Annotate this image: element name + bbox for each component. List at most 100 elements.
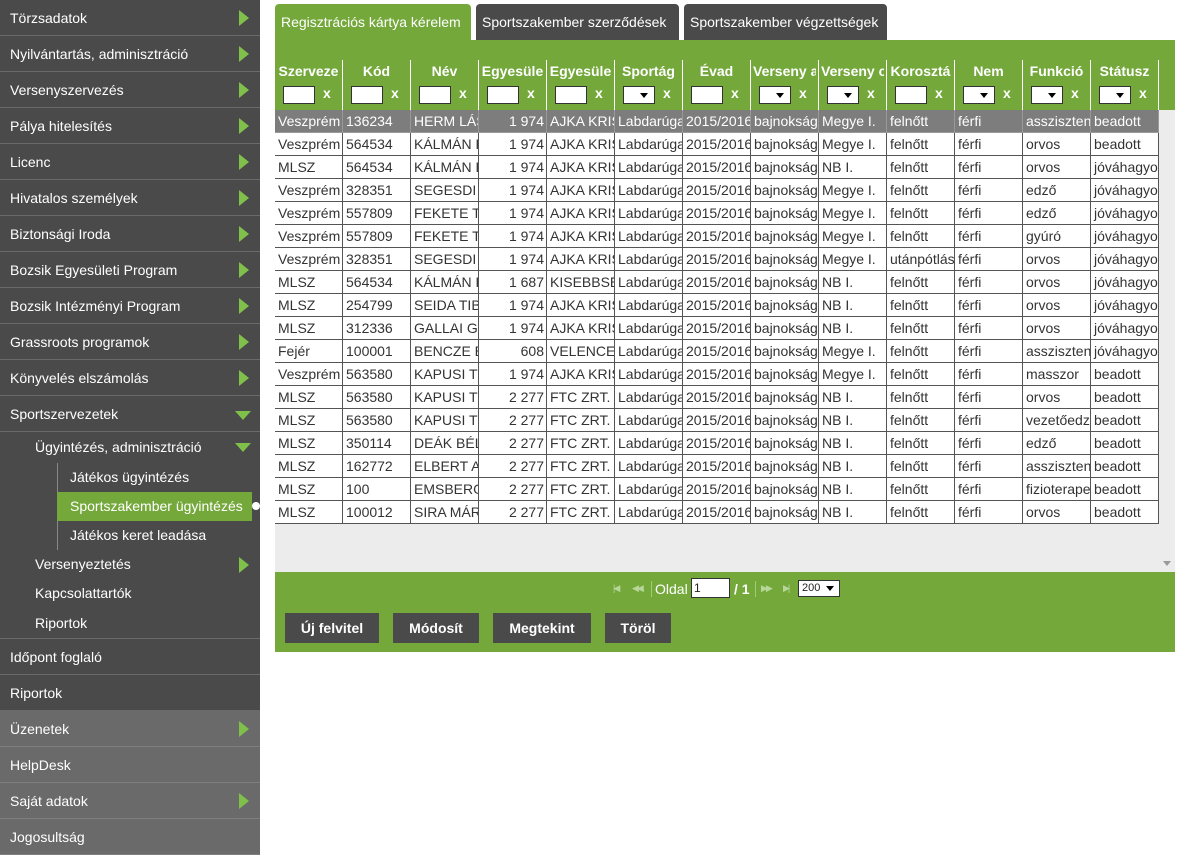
column-title[interactable]: Egyesüle bbox=[481, 63, 544, 79]
column-header[interactable]: Évad x bbox=[683, 60, 751, 110]
scroll-down-icon[interactable] bbox=[1163, 561, 1171, 566]
clear-filter-icon[interactable]: x bbox=[391, 85, 399, 101]
new-record-button[interactable]: Új felvitel bbox=[285, 613, 379, 643]
table-row[interactable]: Veszprém 136234 HERM LÁS 1 974 AJKA KRIS Labd… bbox=[275, 110, 1159, 133]
column-title[interactable]: Sportág bbox=[617, 63, 680, 79]
table-row[interactable]: Veszprém 328351 SEGESDI 1 974 AJKA KRIS Labda… bbox=[275, 248, 1159, 271]
column-filter-input[interactable] bbox=[487, 86, 519, 104]
clear-filter-icon[interactable]: x bbox=[663, 85, 671, 101]
sidebar-item[interactable]: Nyilvántartás, adminisztráció bbox=[0, 36, 260, 72]
page-size-select[interactable]: 200 bbox=[798, 580, 840, 597]
edit-button[interactable]: Módosít bbox=[393, 613, 479, 643]
table-row[interactable]: MLSZ 100 EMSBERG 2 277 FTC ZRT. Labdarúga 2015… bbox=[275, 478, 1159, 501]
sidebar-item[interactable]: HelpDesk bbox=[0, 747, 260, 783]
sidebar-item[interactable]: Versenyszervezés bbox=[0, 72, 260, 108]
table-row[interactable]: MLSZ 564534 KÁLMÁN K1 687 KISEBBSÉ Labdarúga… bbox=[275, 271, 1159, 294]
column-title[interactable]: Nem bbox=[957, 63, 1020, 79]
column-title[interactable]: Státusz bbox=[1093, 63, 1156, 79]
clear-filter-icon[interactable]: x bbox=[799, 85, 807, 101]
column-header[interactable]: Egyesüle x bbox=[547, 60, 615, 110]
sidebar-item[interactable]: Hivatalos személyek bbox=[0, 180, 260, 216]
column-title[interactable]: Évad bbox=[685, 63, 748, 79]
table-row[interactable]: MLSZ 100012 SIRA MÁR 2 277 FTC ZRT. Labdarúga… bbox=[275, 501, 1159, 524]
table-row[interactable]: Veszprém 557809 FEKETE T1 974 AJKA KRIS Labd… bbox=[275, 225, 1159, 248]
clear-filter-icon[interactable]: x bbox=[935, 85, 943, 101]
column-header[interactable]: Nem x bbox=[955, 60, 1023, 110]
clear-filter-icon[interactable]: x bbox=[731, 85, 739, 101]
column-title[interactable]: Korosztá bbox=[889, 63, 952, 79]
next-page-icon[interactable]: ▶▶ bbox=[761, 583, 773, 594]
column-header[interactable]: Kód x bbox=[343, 60, 411, 110]
tab-qualifications[interactable]: Sportszakember végzettségek bbox=[684, 4, 887, 40]
sidebar-subitem-versenyeztetes[interactable]: Versenyeztetés bbox=[0, 550, 260, 579]
last-page-icon[interactable]: ▶| bbox=[783, 583, 790, 594]
clear-filter-icon[interactable]: x bbox=[323, 85, 331, 101]
table-row[interactable]: Veszprém 564534 KÁLMÁN K1 974 AJKA KRIS Labd… bbox=[275, 133, 1159, 156]
sidebar-item[interactable]: Könyvelés elszámolás bbox=[0, 360, 260, 396]
delete-button[interactable]: Töröl bbox=[605, 613, 671, 643]
table-row[interactable]: MLSZ 564534 KÁLMÁN K1 974 AJKA KRIS Labdarúg… bbox=[275, 156, 1159, 179]
table-row[interactable]: Veszprém 563580 KAPUSI T1 974 AJKA KRIS Labd… bbox=[275, 363, 1159, 386]
column-header[interactable]: Sportág x bbox=[615, 60, 683, 110]
column-header[interactable]: Egyesüle x bbox=[479, 60, 547, 110]
column-filter-input[interactable] bbox=[895, 86, 927, 104]
prev-page-icon[interactable]: ◀◀ bbox=[632, 583, 644, 594]
column-filter-input[interactable] bbox=[419, 86, 451, 104]
column-filter-input[interactable] bbox=[691, 86, 723, 104]
column-filter-select[interactable] bbox=[623, 86, 655, 104]
column-title[interactable]: Szerveze bbox=[277, 63, 340, 79]
sidebar-item[interactable]: Biztonsági Iroda bbox=[0, 216, 260, 252]
sidebar-item[interactable]: Időpont foglaló bbox=[0, 639, 260, 675]
column-filter-select[interactable] bbox=[1099, 86, 1131, 104]
tab-contracts[interactable]: Sportszakember szerződések bbox=[476, 4, 679, 40]
column-title[interactable]: Név bbox=[413, 63, 476, 79]
first-page-icon[interactable]: |◀ bbox=[613, 583, 620, 594]
column-filter-select[interactable] bbox=[963, 86, 995, 104]
sidebar-subitem-ugyintezes[interactable]: Ügyintézés, adminisztráció bbox=[0, 432, 260, 463]
column-header[interactable]: Korosztá x bbox=[887, 60, 955, 110]
sidebar-item[interactable]: Bozsik Egyesületi Program bbox=[0, 252, 260, 288]
column-filter-select[interactable] bbox=[1031, 86, 1063, 104]
column-title[interactable]: Kód bbox=[345, 63, 408, 79]
table-row[interactable]: MLSZ 563580 KAPUSI T2 277 FTC ZRT. Labdarúga… bbox=[275, 386, 1159, 409]
sidebar-item[interactable]: Bozsik Intézményi Program bbox=[0, 288, 260, 324]
clear-filter-icon[interactable]: x bbox=[867, 85, 875, 101]
column-filter-input[interactable] bbox=[351, 86, 383, 104]
table-row[interactable]: Veszprém 328351 SEGESDI 1 974 AJKA KRIS Labda… bbox=[275, 179, 1159, 202]
clear-filter-icon[interactable]: x bbox=[459, 85, 467, 101]
column-header[interactable]: Szerveze x bbox=[275, 60, 343, 110]
view-button[interactable]: Megtekint bbox=[493, 613, 591, 643]
column-filter-input[interactable] bbox=[555, 86, 587, 104]
table-row[interactable]: MLSZ 350114 DEÁK BÉL 2 277 FTC ZRT. Labdarúga… bbox=[275, 432, 1159, 455]
table-row[interactable]: MLSZ 254799 SEIDA TIB 1 974 AJKA KRIS Labdarú… bbox=[275, 294, 1159, 317]
column-header[interactable]: Státusz x bbox=[1091, 60, 1159, 110]
column-filter-select[interactable] bbox=[759, 86, 791, 104]
sidebar-item[interactable]: Üzenetek bbox=[0, 711, 260, 747]
sidebar-item[interactable]: Grassroots programok bbox=[0, 324, 260, 360]
sidebar-subitem-kapcsolattartok[interactable]: Kapcsolattartók bbox=[0, 579, 260, 608]
clear-filter-icon[interactable]: x bbox=[1139, 85, 1147, 101]
table-row[interactable]: MLSZ 563580 KAPUSI T2 277 FTC ZRT. Labdarúga… bbox=[275, 409, 1159, 432]
sidebar-item[interactable]: Jogosultság bbox=[0, 819, 260, 855]
table-row[interactable]: Fejér 100001 BENCZE B 608 VELENCE Labdarúga 20… bbox=[275, 340, 1159, 363]
column-title[interactable]: Verseny c bbox=[821, 63, 884, 79]
table-row[interactable]: Veszprém 557809 FEKETE T1 974 AJKA KRIS Labd… bbox=[275, 202, 1159, 225]
column-header[interactable]: Verseny c x bbox=[819, 60, 887, 110]
page-number-input[interactable]: 1 bbox=[691, 578, 730, 598]
sidebar-subsub-item[interactable]: Játékos ügyintézés bbox=[0, 463, 260, 492]
clear-filter-icon[interactable]: x bbox=[595, 85, 603, 101]
clear-filter-icon[interactable]: x bbox=[527, 85, 535, 101]
column-filter-input[interactable] bbox=[283, 86, 315, 104]
vertical-scrollbar[interactable] bbox=[1159, 110, 1175, 572]
sidebar-item[interactable]: Pálya hitelesítés bbox=[0, 108, 260, 144]
table-row[interactable]: MLSZ 312336 GALLAI G1 974 AJKA KRIS Labdarúg… bbox=[275, 317, 1159, 340]
column-title[interactable]: Verseny a bbox=[753, 63, 816, 79]
column-header[interactable]: Név x bbox=[411, 60, 479, 110]
sidebar-item[interactable]: Saját adatok bbox=[0, 783, 260, 819]
sidebar-item[interactable]: Törzsadatok bbox=[0, 0, 260, 36]
sidebar-subitem-riportok[interactable]: Riportok bbox=[0, 608, 260, 639]
tab-registration-card[interactable]: Regisztrációs kártya kérelem bbox=[275, 4, 471, 40]
clear-filter-icon[interactable]: x bbox=[1003, 85, 1011, 101]
column-title[interactable]: Funkció bbox=[1025, 63, 1088, 79]
clear-filter-icon[interactable]: x bbox=[1071, 85, 1079, 101]
